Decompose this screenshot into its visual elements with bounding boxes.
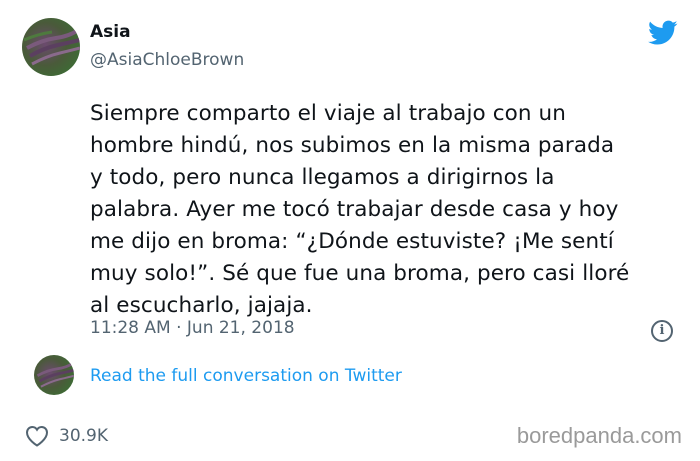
info-icon[interactable]: i <box>651 320 673 342</box>
like-count: 30.9K <box>59 426 108 446</box>
tweet-timestamp[interactable]: 11:28 AM · Jun 21, 2018 <box>90 318 295 338</box>
avatar-photo <box>36 362 74 388</box>
author-avatar[interactable] <box>22 18 80 76</box>
twitter-bird-icon[interactable] <box>648 20 678 46</box>
author-name[interactable]: Asia <box>90 22 131 42</box>
tweet-text: Siempre comparto el viaje al trabajo con… <box>90 101 630 318</box>
read-full-conversation-link[interactable]: Read the full conversation on Twitter <box>90 366 402 386</box>
like-button[interactable]: 30.9K <box>25 425 108 447</box>
conversation-avatar <box>34 355 74 395</box>
avatar-photo <box>23 28 80 66</box>
author-handle[interactable]: @AsiaChloeBrown <box>90 50 244 70</box>
heart-icon <box>25 425 49 447</box>
boredpanda-watermark: boredpanda.com <box>516 423 682 448</box>
